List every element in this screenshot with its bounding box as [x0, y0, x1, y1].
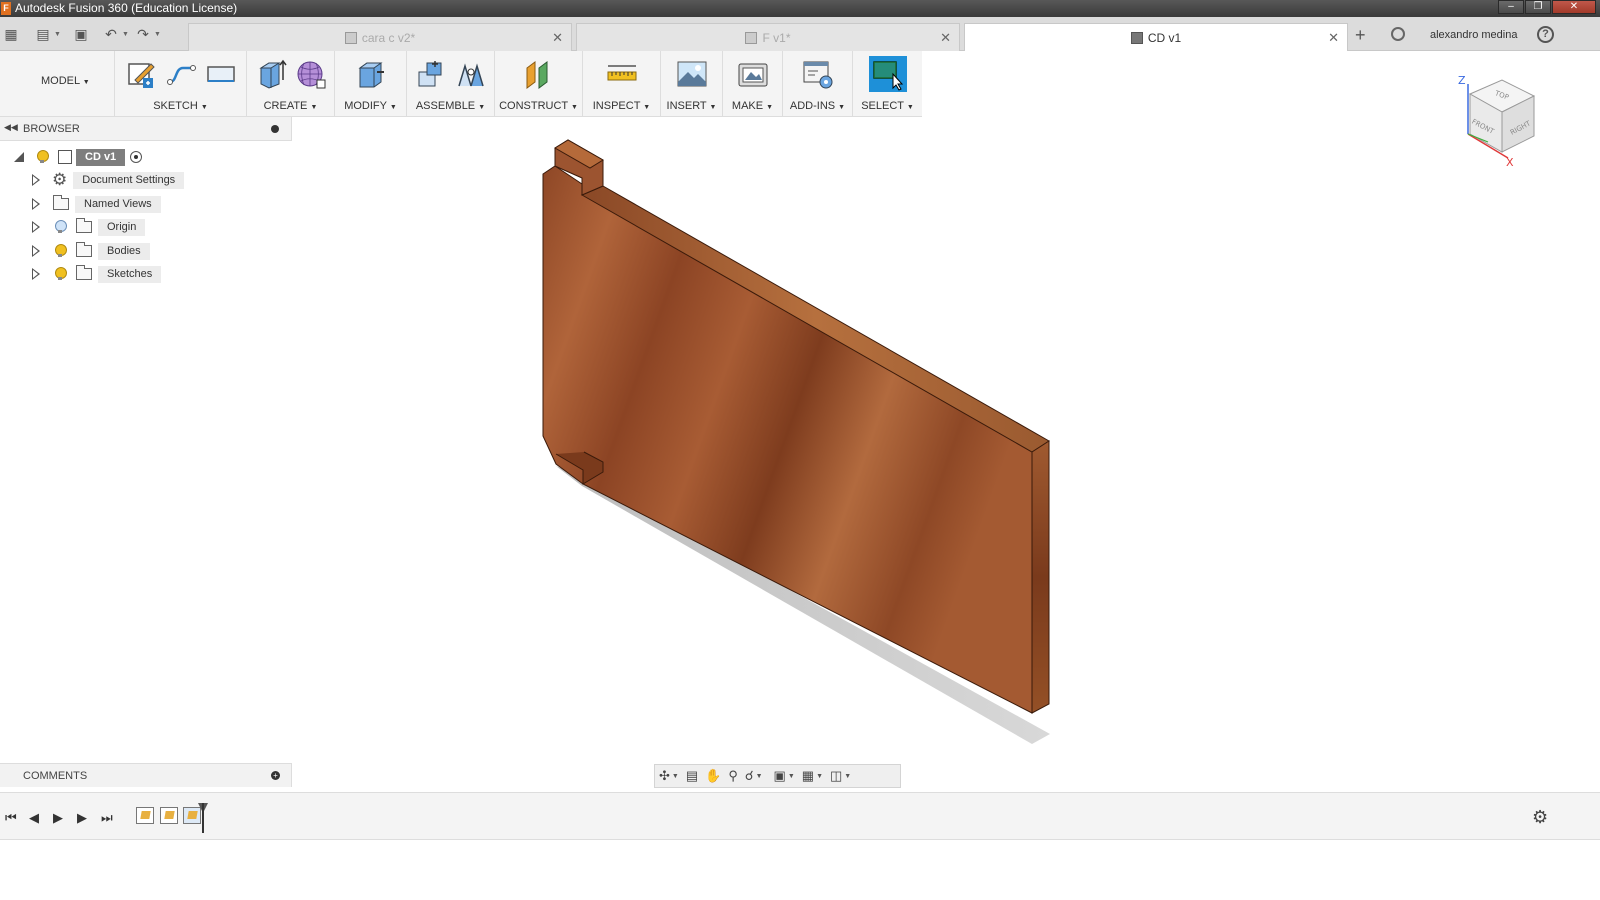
orbit-icon[interactable]: ✣ ▼	[659, 767, 679, 785]
timeline-bar: ⏮ ◀ ▶ ▶ ⏭ ⚙	[0, 792, 1600, 840]
navigation-bar: ✣ ▼ ▤ ✋ ⚲ ☌ ▼ ▣ ▼ ▦ ▼ ◫ ▼	[654, 764, 901, 788]
wood-panel-side-edge	[1031, 440, 1050, 714]
viewcube[interactable]: TOP FRONT RIGHT Z X	[1458, 72, 1548, 172]
timeline-sketch-feature-icon[interactable]	[136, 807, 154, 824]
comments-panel-header: COMMENTS +	[0, 763, 292, 787]
timeline-next-icon[interactable]: ▶	[77, 810, 87, 826]
display-settings-icon[interactable]: ▣ ▼	[774, 767, 795, 785]
grid-settings-icon[interactable]: ▦ ▼	[802, 767, 823, 785]
comments-title: COMMENTS	[23, 770, 88, 782]
timeline-extrude-feature-icon[interactable]	[183, 807, 201, 824]
x-axis-label: X	[1506, 156, 1514, 169]
fit-zoom-icon[interactable]: ☌ ▼	[745, 767, 763, 785]
wood-panel-face	[542, 165, 1033, 714]
timeline-marker-line[interactable]	[202, 803, 204, 833]
look-at-icon[interactable]: ▤	[686, 767, 698, 785]
timeline-sketch-feature-icon[interactable]	[160, 807, 178, 824]
timeline-previous-icon[interactable]: ◀	[29, 810, 39, 826]
zoom-icon[interactable]: ⚲	[728, 767, 738, 785]
timeline-play-icon[interactable]: ▶	[53, 810, 63, 826]
timeline-first-icon[interactable]: ⏮	[5, 810, 17, 826]
z-axis-label: Z	[1458, 74, 1466, 87]
viewports-icon[interactable]: ◫ ▼	[830, 767, 851, 785]
timeline-settings-gear-icon[interactable]: ⚙	[1532, 807, 1548, 828]
timeline-last-icon[interactable]: ⏭	[101, 810, 113, 826]
add-comment-icon[interactable]: +	[271, 771, 280, 780]
pan-hand-icon[interactable]: ✋	[705, 767, 721, 785]
